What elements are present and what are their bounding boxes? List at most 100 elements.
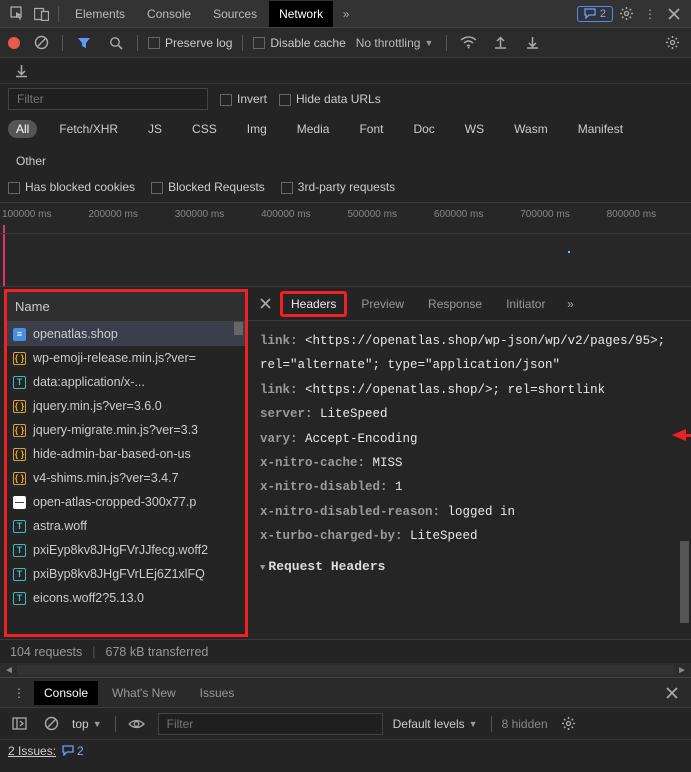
console-settings-icon[interactable] (558, 713, 580, 735)
tab-console[interactable]: Console (137, 1, 201, 27)
js-file-icon: { } (13, 472, 26, 485)
throttling-select[interactable]: No throttling▼ (356, 36, 437, 50)
request-row[interactable]: Teicons.woff2?5.13.0 (7, 586, 245, 610)
close-details-icon[interactable] (254, 293, 276, 315)
details-scrollbar[interactable] (680, 323, 689, 635)
request-row[interactable]: — open-atlas-cropped-300x77.p (7, 490, 245, 514)
request-name: v4-shims.min.js?ver=3.4.7 (33, 471, 179, 485)
timeline-tick: 300000 ms (173, 209, 259, 286)
request-row[interactable]: { }wp-emoji-release.min.js?ver= (7, 346, 245, 370)
disable-cache-checkbox[interactable]: Disable cache (253, 36, 345, 50)
messages-badge[interactable]: 2 (577, 6, 613, 22)
request-name: astra.woff (33, 519, 87, 533)
t-file-icon: T (13, 520, 26, 533)
invert-checkbox[interactable]: Invert (220, 92, 267, 106)
timeline-marker (3, 225, 5, 286)
t-file-icon: T (13, 568, 26, 581)
log-levels-select[interactable]: Default levels▼ (393, 717, 481, 731)
clear-icon[interactable] (30, 32, 52, 54)
type-filter-fetch-xhr[interactable]: Fetch/XHR (51, 120, 126, 138)
type-filter-doc[interactable]: Doc (405, 120, 442, 138)
name-column-header[interactable]: Name (7, 292, 245, 322)
upload-icon[interactable] (489, 32, 511, 54)
request-name: eicons.woff2?5.13.0 (33, 591, 144, 605)
t-file-icon: T (13, 376, 26, 389)
tab-response[interactable]: Response (418, 292, 492, 316)
type-filter-font[interactable]: Font (351, 120, 391, 138)
request-name: open-atlas-cropped-300x77.p (33, 495, 196, 509)
scrollbar-thumb[interactable] (234, 322, 243, 335)
more-tabs-icon[interactable]: » (335, 3, 357, 25)
eye-icon[interactable] (126, 713, 148, 735)
type-filter-other[interactable]: Other (8, 152, 54, 170)
drawer-tab-issues[interactable]: Issues (190, 681, 245, 705)
drawer-tab-whatsnew[interactable]: What's New (102, 681, 186, 705)
type-filter-css[interactable]: CSS (184, 120, 225, 138)
tab-elements[interactable]: Elements (65, 1, 135, 27)
issues-badge[interactable]: 2 (62, 744, 84, 758)
request-row[interactable]: TpxiByp8kv8JHgFVrLEj6Z1xlFQ (7, 562, 245, 586)
requests-list: ≡openatlas.shop{ }wp-emoji-release.min.j… (7, 322, 245, 632)
preserve-log-checkbox[interactable]: Preserve log (148, 36, 232, 50)
settings-gear-icon[interactable] (615, 3, 637, 25)
request-row[interactable]: Tastra.woff (7, 514, 245, 538)
context-select[interactable]: top▼ (72, 717, 105, 731)
export-har-icon[interactable] (10, 60, 32, 82)
request-row[interactable]: { }jquery-migrate.min.js?ver=3.3 (7, 418, 245, 442)
t-file-icon: T (13, 592, 26, 605)
filter-funnel-icon[interactable] (73, 32, 95, 54)
request-row[interactable]: Tdata:application/x-... (7, 370, 245, 394)
tab-sources[interactable]: Sources (203, 1, 267, 27)
record-button[interactable] (8, 37, 20, 49)
type-filter-ws[interactable]: WS (457, 120, 492, 138)
timeline-tick: 600000 ms (432, 209, 518, 286)
type-filter-media[interactable]: Media (289, 120, 338, 138)
hidden-count: 8 hidden (502, 717, 548, 731)
drawer-tab-console[interactable]: Console (34, 681, 98, 705)
drawer-menu-icon[interactable]: ⋮ (8, 682, 30, 704)
console-sidebar-icon[interactable] (8, 713, 30, 735)
type-filter-all[interactable]: All (8, 120, 37, 138)
type-filter-img[interactable]: Img (239, 120, 275, 138)
request-headers-section[interactable]: ▼Request Headers (260, 548, 679, 581)
message-icon (584, 8, 596, 19)
request-row[interactable]: { }hide-admin-bar-based-on-us (7, 442, 245, 466)
type-filter-wasm[interactable]: Wasm (506, 120, 556, 138)
blocked-requests-checkbox[interactable]: Blocked Requests (151, 180, 265, 194)
blocked-cookies-checkbox[interactable]: Has blocked cookies (8, 180, 135, 194)
tab-preview[interactable]: Preview (351, 292, 414, 316)
inspect-icon[interactable] (6, 3, 28, 25)
tab-network[interactable]: Network (269, 1, 333, 27)
close-icon[interactable] (663, 3, 685, 25)
timeline[interactable]: 100000 ms200000 ms300000 ms400000 ms5000… (0, 202, 691, 287)
filter-input[interactable] (8, 88, 208, 110)
type-filter-manifest[interactable]: Manifest (570, 120, 631, 138)
search-icon[interactable] (105, 32, 127, 54)
horizontal-scrollbar[interactable]: ◄► (0, 663, 691, 677)
hide-data-urls-checkbox[interactable]: Hide data URLs (279, 92, 381, 106)
network-settings-icon[interactable] (661, 32, 683, 54)
js-file-icon: { } (13, 352, 26, 365)
timeline-tick: 400000 ms (259, 209, 345, 286)
request-row[interactable]: ≡openatlas.shop (7, 322, 245, 346)
console-filter-input[interactable] (158, 713, 383, 735)
tab-initiator[interactable]: Initiator (496, 292, 555, 316)
third-party-checkbox[interactable]: 3rd-party requests (281, 180, 395, 194)
wifi-icon[interactable] (457, 32, 479, 54)
request-row[interactable]: { }jquery.min.js?ver=3.6.0 (7, 394, 245, 418)
tab-headers[interactable]: Headers (280, 291, 347, 317)
transferred-size: 678 kB transferred (106, 645, 209, 659)
download-icon[interactable] (521, 32, 543, 54)
issues-label[interactable]: 2 Issues: (8, 744, 56, 758)
request-row[interactable]: { } v4-shims.min.js?ver=3.4.7 (7, 466, 245, 490)
request-row[interactable]: TpxiEyp8kv8JHgFVrJJfecg.woff2 (7, 538, 245, 562)
type-filter-js[interactable]: JS (140, 120, 170, 138)
drawer-close-icon[interactable] (661, 682, 683, 704)
more-detail-tabs-icon[interactable]: » (559, 293, 581, 315)
details-panel: Headers Preview Response Initiator » lin… (248, 287, 691, 639)
dash-file-icon: — (13, 496, 26, 509)
t-file-icon: T (13, 544, 26, 557)
console-clear-icon[interactable] (40, 713, 62, 735)
device-icon[interactable] (30, 3, 52, 25)
kebab-menu-icon[interactable]: ⋮ (639, 3, 661, 25)
